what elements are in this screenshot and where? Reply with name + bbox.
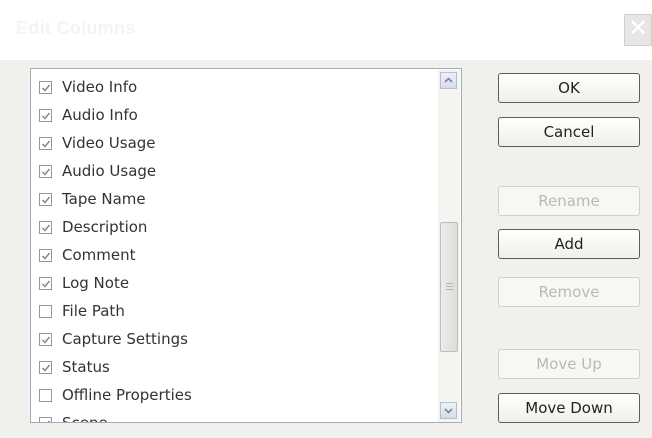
thumb-grip bbox=[446, 283, 453, 284]
checkmark-icon bbox=[41, 168, 51, 176]
title-bar: Edit Columns ✕ bbox=[0, 0, 652, 60]
chevron-down-icon bbox=[444, 408, 453, 414]
checkmark-icon bbox=[41, 84, 51, 92]
column-checkbox[interactable] bbox=[39, 192, 52, 206]
column-checkbox[interactable] bbox=[39, 136, 52, 150]
column-label: Offline Properties bbox=[62, 386, 192, 404]
move-down-button[interactable]: Move Down bbox=[498, 393, 640, 423]
column-checkbox[interactable] bbox=[39, 416, 52, 422]
checkmark-icon bbox=[47, 420, 51, 422]
column-checkbox[interactable] bbox=[39, 304, 52, 318]
close-button[interactable]: ✕ bbox=[624, 14, 652, 46]
scroll-thumb[interactable] bbox=[440, 222, 458, 352]
vertical-scrollbar[interactable] bbox=[438, 70, 460, 422]
list-item[interactable]: Scene bbox=[39, 409, 108, 423]
rename-button[interactable]: Rename bbox=[498, 186, 640, 216]
add-button[interactable]: Add bbox=[498, 229, 640, 259]
column-label: Audio Info bbox=[62, 106, 138, 124]
list-item[interactable]: Log Note bbox=[39, 269, 129, 297]
checkmark-icon bbox=[41, 112, 51, 120]
column-label: File Path bbox=[62, 302, 125, 320]
cancel-button[interactable]: Cancel bbox=[498, 117, 640, 147]
checkmark-icon bbox=[41, 280, 51, 288]
scroll-up-button[interactable] bbox=[440, 72, 457, 89]
list-item[interactable]: File Path bbox=[39, 297, 125, 325]
list-item[interactable]: Audio Info bbox=[39, 101, 138, 129]
list-item[interactable]: Comment bbox=[39, 241, 136, 269]
column-checkbox[interactable] bbox=[39, 276, 52, 290]
column-label: Video Info bbox=[62, 78, 138, 96]
list-item[interactable]: Video Usage bbox=[39, 129, 156, 157]
column-checkbox[interactable] bbox=[39, 360, 52, 374]
checkmark-icon bbox=[41, 364, 51, 372]
column-checkbox[interactable] bbox=[39, 80, 52, 94]
column-checkbox[interactable] bbox=[39, 388, 52, 402]
list-item[interactable]: Tape Name bbox=[39, 185, 146, 213]
column-label: Audio Usage bbox=[62, 162, 157, 180]
column-label: Comment bbox=[62, 246, 136, 264]
checkmark-icon bbox=[41, 224, 51, 232]
scroll-down-button[interactable] bbox=[440, 402, 457, 419]
checkmark-icon bbox=[41, 140, 51, 148]
list-item[interactable]: Audio Usage bbox=[39, 157, 156, 185]
list-item[interactable]: Video Info bbox=[39, 73, 137, 101]
list-item[interactable]: Offline Properties bbox=[39, 381, 192, 409]
chevron-up-icon bbox=[444, 77, 453, 83]
columns-list: Video Info Audio Info Video Usage Audio Usa… bbox=[30, 68, 462, 423]
column-checkbox[interactable] bbox=[39, 332, 52, 346]
thumb-grip bbox=[446, 289, 453, 290]
column-label: Log Note bbox=[62, 274, 130, 292]
thumb-grip bbox=[446, 286, 453, 287]
column-label: Tape Name bbox=[62, 190, 146, 208]
remove-button[interactable]: Remove bbox=[498, 277, 640, 307]
column-label: Scene bbox=[62, 414, 108, 423]
column-checkbox[interactable] bbox=[39, 248, 52, 262]
list-item[interactable]: Status bbox=[39, 353, 110, 381]
column-label: Video Usage bbox=[62, 134, 156, 152]
column-checkbox[interactable] bbox=[39, 220, 52, 234]
move-up-button[interactable]: Move Up bbox=[498, 349, 640, 379]
column-label: Description bbox=[62, 218, 148, 236]
checkmark-icon bbox=[41, 196, 51, 204]
dialog-title: Edit Columns bbox=[16, 18, 136, 38]
checkmark-icon bbox=[41, 252, 51, 260]
column-checkbox[interactable] bbox=[39, 164, 52, 178]
list-item[interactable]: Description bbox=[39, 213, 147, 241]
column-label: Capture Settings bbox=[62, 330, 188, 348]
close-icon: ✕ bbox=[627, 15, 649, 42]
column-checkbox[interactable] bbox=[39, 108, 52, 122]
column-label: Status bbox=[62, 358, 110, 376]
list-item[interactable]: Capture Settings bbox=[39, 325, 188, 353]
ok-button[interactable]: OK bbox=[498, 73, 640, 103]
checkmark-icon bbox=[41, 336, 51, 344]
